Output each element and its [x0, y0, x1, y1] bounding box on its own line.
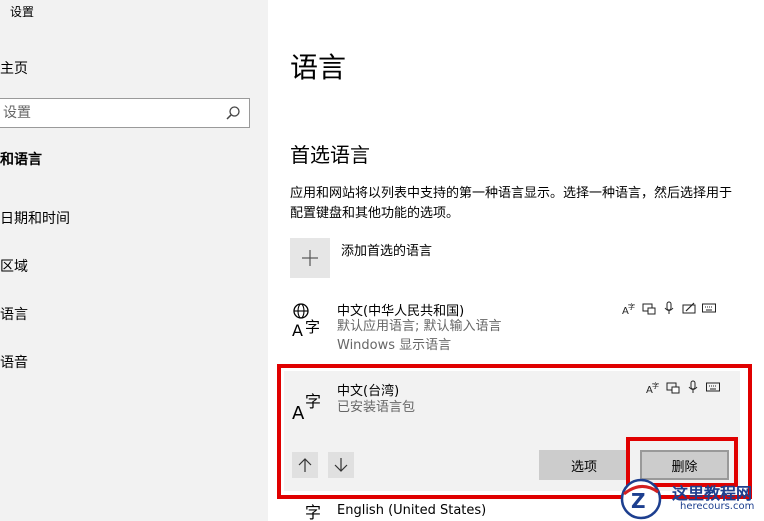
- sidebar-item-region[interactable]: 区域: [0, 256, 28, 276]
- search-input[interactable]: [3, 104, 221, 122]
- speech-icon: [688, 380, 698, 393]
- page-title: 语言: [290, 51, 347, 84]
- search-box[interactable]: [0, 98, 250, 128]
- language-status-display: Windows 显示语言: [337, 338, 452, 353]
- language-feature-icons: A字: [646, 380, 720, 394]
- display-language-icon: [642, 303, 656, 315]
- language-item-zh-tw[interactable]: A 字 中文(台湾) 已安装语言包 A字 选项 删除: [284, 371, 740, 491]
- nav-home[interactable]: 主页: [0, 58, 28, 78]
- keyboard-icon: [702, 303, 716, 313]
- language-feature-icons: A字: [622, 301, 716, 315]
- watermark-text-en: herecours.com: [680, 501, 755, 512]
- language-name: 中文(台湾): [337, 384, 400, 399]
- display-language-icon: [666, 382, 680, 394]
- plus-icon: [302, 250, 318, 266]
- handwriting-icon: [682, 302, 696, 314]
- language-name: English (United States): [337, 503, 487, 518]
- sidebar-item-date-time[interactable]: 日期和时间: [0, 208, 70, 228]
- watermark: Z 这里教程网 herecours.com: [618, 476, 764, 521]
- language-char-icon: A 字: [292, 392, 321, 421]
- category-header: 和语言: [0, 152, 42, 168]
- svg-text:字: 字: [305, 503, 321, 521]
- language-status: 已安装语言包: [337, 400, 416, 415]
- arrow-down-icon: [334, 458, 348, 472]
- settings-sidebar: 设置 主页 和语言 日期和时间 区域 语言 语音: [0, 0, 268, 521]
- svg-text:字: 字: [305, 392, 321, 411]
- svg-text:字: 字: [305, 318, 320, 336]
- sidebar-item-speech[interactable]: 语音: [0, 352, 28, 372]
- preferred-languages-description: 应用和网站将以列表中支持的第一种语言显示。选择一种语言，然后选择用于配置键盘和其…: [290, 186, 733, 221]
- language-item-zh-cn[interactable]: A 字 中文(中华人民共和国) 默认应用语言; 默认输入语言 Windows 显…: [284, 296, 740, 358]
- search-icon[interactable]: [225, 105, 241, 121]
- speech-icon: [664, 301, 674, 314]
- window-title: 设置: [10, 5, 35, 19]
- svg-text:字: 字: [652, 381, 659, 390]
- svg-text:A: A: [292, 403, 305, 421]
- svg-text:A: A: [292, 321, 303, 338]
- arrow-up-icon: [298, 458, 312, 472]
- keyboard-icon: [706, 382, 720, 392]
- main-content: 语言 首选语言 应用和网站将以列表中支持的第一种语言显示。选择一种语言，然后选择…: [268, 0, 764, 521]
- language-globe-icon: A 字: [292, 303, 320, 338]
- language-pack-icon: A字: [622, 302, 635, 315]
- svg-text:字: 字: [628, 302, 635, 311]
- language-char-icon: 字: [305, 503, 321, 521]
- add-language-label: 添加首选的语言: [341, 244, 433, 259]
- language-status: 默认应用语言; 默认输入语言: [337, 319, 502, 334]
- options-button[interactable]: 选项: [539, 450, 629, 480]
- add-tile[interactable]: [290, 238, 330, 278]
- svg-text:Z: Z: [631, 489, 646, 513]
- language-pack-icon: A字: [646, 381, 659, 394]
- move-down-button[interactable]: [328, 452, 354, 478]
- watermark-logo-icon: Z: [620, 478, 662, 520]
- move-up-button[interactable]: [292, 452, 318, 478]
- preferred-languages-heading: 首选语言: [290, 143, 370, 167]
- sidebar-item-language[interactable]: 语言: [0, 304, 28, 324]
